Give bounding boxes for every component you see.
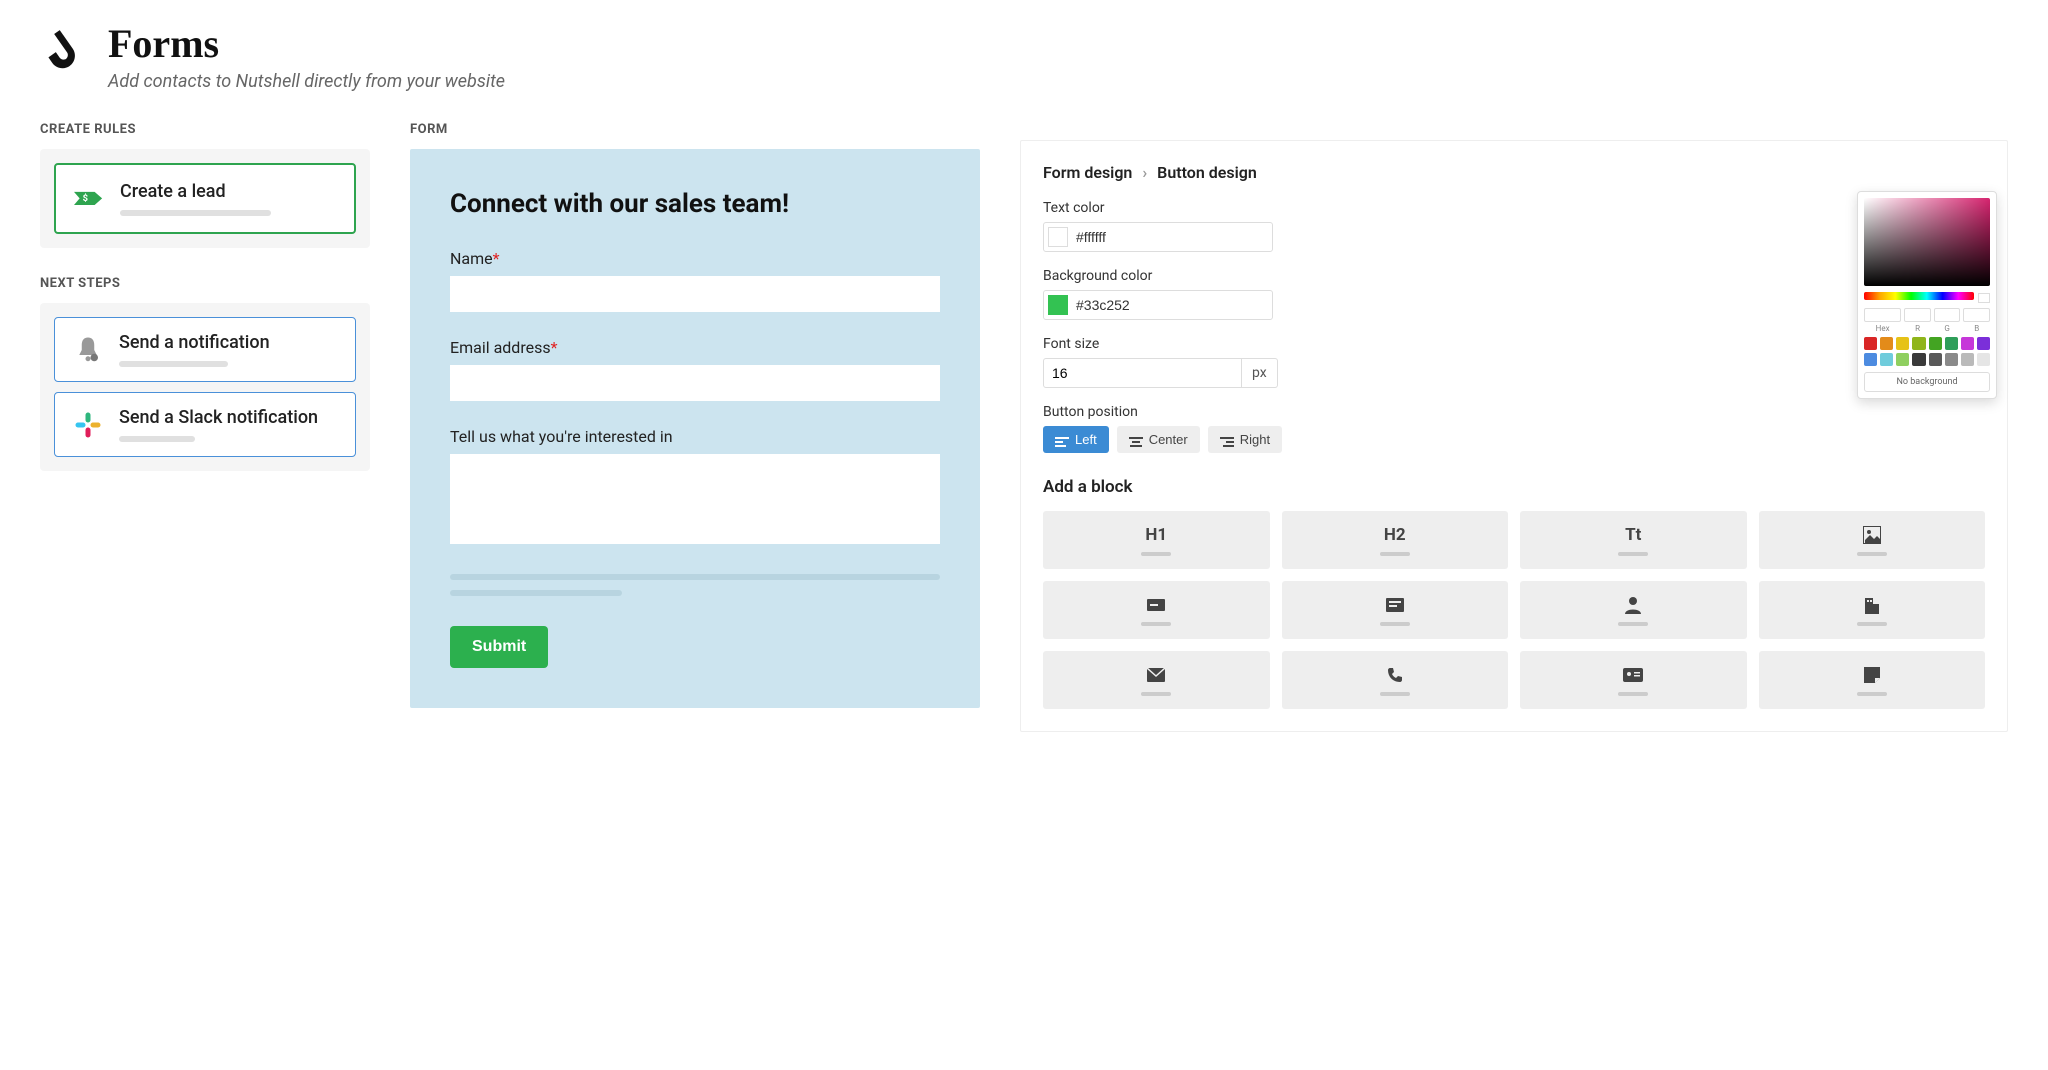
slack-icon — [73, 410, 103, 440]
bell-icon — [73, 335, 103, 365]
step-title: Send a Slack notification — [119, 407, 337, 428]
color-swatch[interactable] — [1977, 353, 1990, 366]
color-swatch[interactable] — [1929, 353, 1942, 366]
r-input[interactable] — [1904, 308, 1931, 322]
bg-color-swatch — [1048, 295, 1068, 315]
form-preview: Connect with our sales team! Name* Email… — [410, 149, 980, 708]
lead-tag-icon: $ — [74, 184, 104, 214]
magnet-icon — [40, 28, 88, 76]
breadcrumb-current: Button design — [1157, 163, 1257, 182]
align-center-icon — [1129, 435, 1143, 445]
interest-textarea[interactable] — [450, 454, 940, 544]
bg-color-value[interactable] — [1076, 297, 1268, 313]
name-label: Name* — [450, 249, 940, 268]
bg-color-input[interactable] — [1043, 290, 1273, 320]
color-picker[interactable]: Hex R G B No background — [1857, 191, 1997, 399]
create-rules-label: CREATE RULES — [40, 122, 370, 137]
block-h2[interactable]: H2 — [1282, 511, 1509, 569]
color-canvas[interactable] — [1864, 198, 1990, 286]
email-input[interactable] — [450, 365, 940, 401]
breadcrumb: Form design › Button design — [1043, 163, 1985, 182]
phone-icon — [1387, 664, 1403, 686]
text-color-label: Text color — [1043, 200, 1273, 216]
block-grid: H1 H2 Tt — [1043, 511, 1985, 709]
add-block-label: Add a block — [1043, 477, 1985, 497]
color-swatch[interactable] — [1912, 337, 1925, 350]
color-swatch[interactable] — [1880, 353, 1893, 366]
multi-line-icon — [1386, 594, 1404, 616]
position-right-button[interactable]: Right — [1208, 426, 1282, 453]
text-color-swatch — [1048, 227, 1068, 247]
block-h1[interactable]: H1 — [1043, 511, 1270, 569]
id-card-icon — [1623, 664, 1643, 686]
color-swatch[interactable] — [1864, 353, 1877, 366]
color-swatch[interactable] — [1880, 337, 1893, 350]
image-icon — [1863, 524, 1881, 546]
design-panel: Form design › Button design Text color B… — [1020, 140, 2008, 732]
rule-title: Create a lead — [120, 181, 336, 202]
breadcrumb-root[interactable]: Form design — [1043, 163, 1132, 182]
color-swatch[interactable] — [1896, 337, 1909, 350]
step-title: Send a notification — [119, 332, 337, 353]
next-steps-label: NEXT STEPS — [40, 276, 370, 291]
no-background-button[interactable]: No background — [1864, 372, 1990, 392]
b-input[interactable] — [1963, 308, 1990, 322]
hex-input[interactable] — [1864, 308, 1901, 322]
send-slack-card[interactable]: Send a Slack notification — [54, 392, 356, 457]
align-right-icon — [1220, 435, 1234, 445]
svg-text:$: $ — [83, 193, 88, 204]
block-phone[interactable] — [1282, 651, 1509, 709]
block-text[interactable]: Tt — [1520, 511, 1747, 569]
block-single-line[interactable] — [1043, 581, 1270, 639]
g-input[interactable] — [1934, 308, 1961, 322]
button-position-label: Button position — [1043, 404, 1985, 420]
font-size-input[interactable] — [1043, 358, 1242, 388]
block-company[interactable] — [1759, 581, 1986, 639]
create-rules-panel: $ Create a lead — [40, 149, 370, 248]
form-section-label: FORM — [410, 122, 980, 137]
text-color-input[interactable] — [1043, 222, 1273, 252]
color-swatch[interactable] — [1961, 337, 1974, 350]
email-label: Email address* — [450, 338, 940, 357]
text-color-value[interactable] — [1076, 229, 1268, 245]
person-icon — [1625, 594, 1641, 616]
color-swatch[interactable] — [1896, 353, 1909, 366]
interest-label: Tell us what you're interested in — [450, 427, 940, 446]
color-swatch[interactable] — [1961, 353, 1974, 366]
bg-color-label: Background color — [1043, 268, 1273, 284]
hue-slider[interactable] — [1864, 292, 1974, 300]
block-email[interactable] — [1043, 651, 1270, 709]
form-title: Connect with our sales team! — [450, 189, 940, 219]
create-lead-card[interactable]: $ Create a lead — [54, 163, 356, 234]
block-image[interactable] — [1759, 511, 1986, 569]
send-notification-card[interactable]: Send a notification — [54, 317, 356, 382]
note-icon — [1864, 664, 1880, 686]
align-left-icon — [1055, 435, 1069, 445]
block-person[interactable] — [1520, 581, 1747, 639]
next-steps-panel: Send a notification Send a Slack notific… — [40, 303, 370, 471]
color-swatch[interactable] — [1912, 353, 1925, 366]
block-id[interactable] — [1520, 651, 1747, 709]
block-multi-line[interactable] — [1282, 581, 1509, 639]
font-size-label: Font size — [1043, 336, 1273, 352]
building-icon — [1863, 594, 1881, 616]
single-line-icon — [1147, 594, 1165, 616]
color-swatch[interactable] — [1977, 337, 1990, 350]
color-swatch[interactable] — [1945, 337, 1958, 350]
color-swatch[interactable] — [1929, 337, 1942, 350]
font-size-unit: px — [1242, 358, 1278, 388]
page-subtitle: Add contacts to Nutshell directly from y… — [108, 71, 505, 92]
submit-button[interactable]: Submit — [450, 626, 548, 668]
color-swatches — [1864, 337, 1990, 366]
color-swatch[interactable] — [1945, 353, 1958, 366]
color-swatch[interactable] — [1864, 337, 1877, 350]
position-center-button[interactable]: Center — [1117, 426, 1200, 453]
block-note[interactable] — [1759, 651, 1986, 709]
email-icon — [1147, 664, 1165, 686]
page-title: Forms — [108, 20, 505, 67]
position-left-button[interactable]: Left — [1043, 426, 1109, 453]
alpha-box[interactable] — [1978, 293, 1990, 303]
name-input[interactable] — [450, 276, 940, 312]
page-header: Forms Add contacts to Nutshell directly … — [40, 20, 2008, 92]
